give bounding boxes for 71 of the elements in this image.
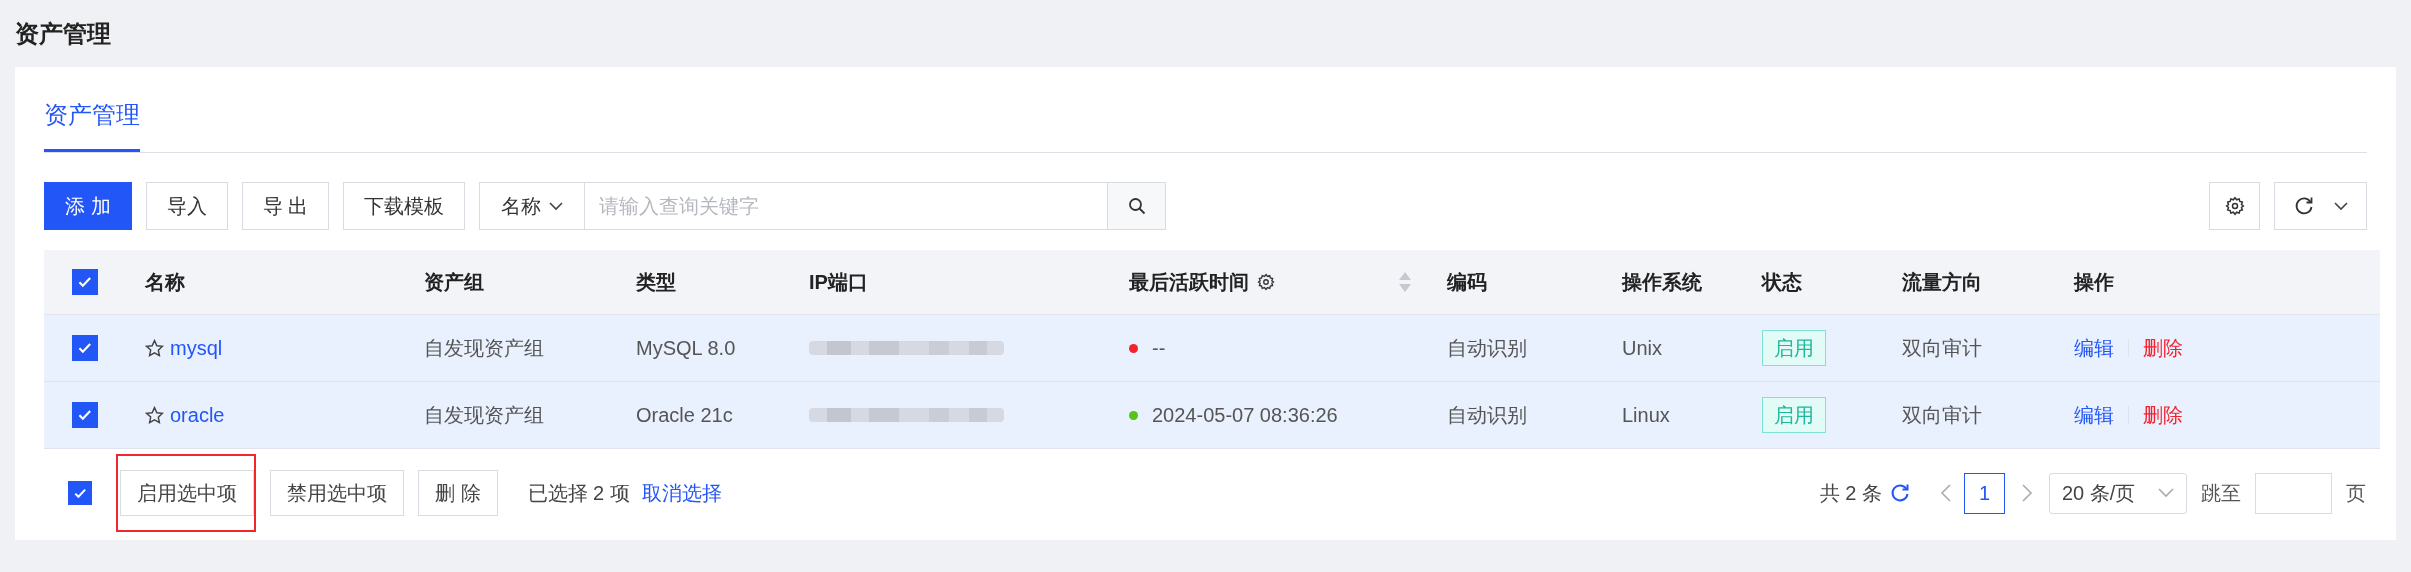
search-icon: [1127, 197, 1146, 215]
table-cell: 双向审计: [1902, 404, 1982, 426]
status-tag: 启用: [1762, 397, 1826, 433]
settings-button[interactable]: [2209, 182, 2260, 230]
table-cell: 自动识别: [1447, 404, 1527, 426]
column-header: 状态: [1762, 270, 1802, 295]
table-cell: Oracle 21c: [636, 404, 733, 426]
jump-label: 跳至: [2201, 481, 2241, 506]
clear-selection-link[interactable]: 取消选择: [641, 478, 722, 508]
check-icon: [77, 340, 93, 356]
bulk-action-button[interactable]: 禁用选中项: [270, 470, 404, 516]
chevron-down-icon: [549, 201, 564, 211]
table-cell-text: 2024-05-07 08:36:26: [1152, 403, 1338, 428]
checkbox[interactable]: [72, 335, 98, 361]
column-header: 名称: [145, 270, 185, 295]
star-icon[interactable]: [145, 405, 164, 425]
table-cell: 自动识别: [1447, 337, 1527, 359]
checkbox[interactable]: [72, 402, 98, 428]
total-count: 共 2 条: [1819, 481, 1882, 506]
search-field[interactable]: 请输入查询关键字: [585, 182, 1109, 230]
settings-icon[interactable]: [1257, 273, 1275, 291]
action-link[interactable]: 编辑: [2074, 333, 2114, 363]
action-link[interactable]: 编辑: [2074, 400, 2114, 430]
refresh-icon[interactable]: [1890, 483, 1910, 503]
refresh-dropdown-button[interactable]: [2274, 182, 2367, 230]
toolbar-button[interactable]: 导入: [145, 182, 228, 230]
page-button[interactable]: 1: [1964, 472, 2005, 514]
page-suffix: 页: [2346, 481, 2366, 506]
table-cell: 双向审计: [1902, 337, 1982, 359]
bulk-action-button[interactable]: 启用选中项: [120, 470, 254, 516]
checkbox[interactable]: [68, 481, 92, 505]
status-tag: 启用: [1762, 330, 1826, 366]
toolbar-button[interactable]: 导 出: [241, 182, 330, 230]
page-jump-field[interactable]: [2255, 472, 2332, 514]
page-size-select[interactable]: 20 条/页: [2049, 472, 2187, 514]
column-header: 最后活跃时间: [1129, 270, 1249, 295]
table-cell: 自发现资产组: [424, 337, 544, 359]
checkbox[interactable]: [72, 269, 98, 295]
action-link[interactable]: 删除: [2143, 333, 2183, 363]
refresh-icon: [2293, 196, 2314, 216]
asset-name-link[interactable]: oracle: [170, 400, 225, 430]
chevron-down-icon: [2333, 201, 2348, 211]
field-select[interactable]: 名称: [479, 182, 586, 230]
toolbar-button[interactable]: 添 加: [44, 182, 132, 230]
column-header: 类型: [636, 270, 676, 295]
settings-icon: [2224, 196, 2245, 216]
table-cell: MySQL 8.0: [636, 337, 736, 359]
table-row[interactable]: mysql 自发现资产组 MySQL 8.0 -- 自动识别 Unix 启用 双向审计 编辑 删除: [44, 315, 2380, 382]
table-cell-text: --: [1152, 336, 1166, 361]
table-cell: Linux: [1622, 404, 1670, 426]
tab[interactable]: 资产管理: [44, 97, 140, 152]
action-link[interactable]: 删除: [2143, 400, 2183, 430]
check-icon: [77, 274, 93, 290]
chevron-down-icon: [2158, 488, 2174, 498]
table-cell: 自发现资产组: [424, 404, 544, 426]
table-row[interactable]: oracle 自发现资产组 Oracle 21c 2024-05-07 08:36:26 自动识别 Linux 启用 双向审计 编辑 删除: [44, 382, 2380, 449]
column-header: 操作系统: [1622, 270, 1702, 295]
asset-name-link[interactable]: mysql: [170, 333, 223, 363]
column-header: IP端口: [809, 270, 868, 295]
search-button[interactable]: [1108, 182, 1167, 230]
page-title: 资产管理: [14, 18, 112, 49]
column-header: 流量方向: [1902, 270, 1982, 295]
check-icon: [77, 407, 93, 423]
column-header: 操作: [2074, 270, 2114, 295]
column-header: 资产组: [424, 270, 484, 295]
star-icon[interactable]: [145, 338, 164, 358]
table-cell: Unix: [1622, 337, 1662, 359]
bulk-action-button[interactable]: 删 除: [418, 470, 498, 516]
selection-count: 已选择 2 项: [527, 481, 630, 506]
column-header: 编码: [1447, 270, 1487, 295]
toolbar-button[interactable]: 下载模板: [343, 182, 466, 230]
